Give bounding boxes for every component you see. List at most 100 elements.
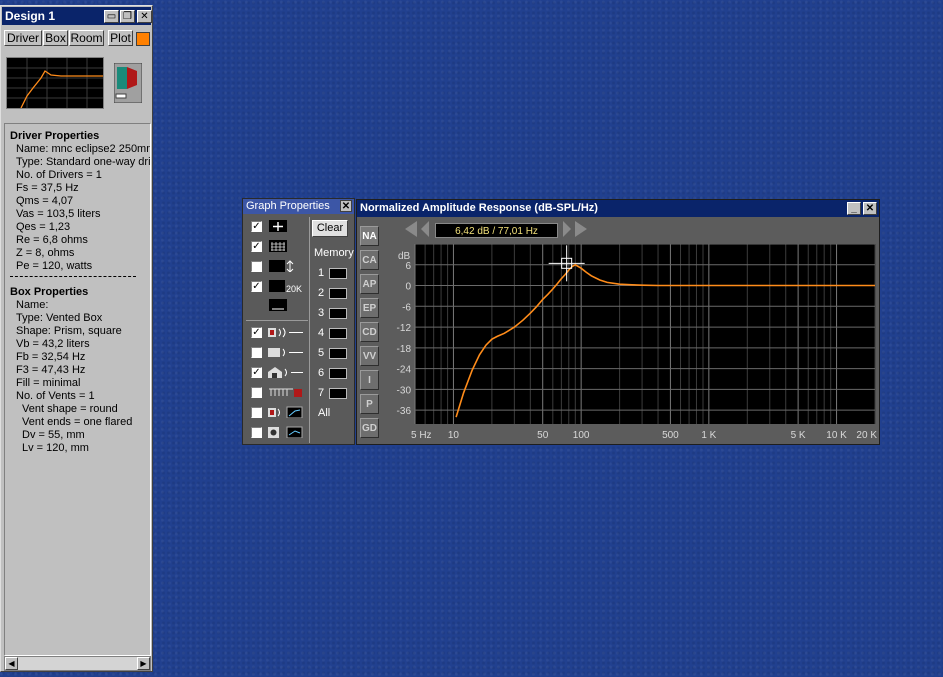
option-driver-chart-checkbox[interactable] [251,427,262,438]
properties-divider [10,276,136,277]
tab-gd[interactable]: GD [360,418,379,438]
range-label: 20K [286,284,303,294]
fast-back-arrow-icon[interactable] [405,221,417,237]
minimize-button[interactable]: ▭ [104,10,119,23]
amplifier-output-icon [269,388,302,397]
plot-area [415,244,875,424]
x-tick-label: 1 K [701,430,716,441]
memory-slot-1[interactable] [329,268,347,279]
tab-vv[interactable]: VV [360,346,379,366]
option-room-output-checkbox[interactable]: ✓ [251,367,262,378]
tab-box[interactable]: Box [43,30,68,46]
design-window: Design 1 ▭ ❐ ✕ Driver Box Room Plot Driv… [0,5,153,672]
option-amplifier-output-checkbox[interactable] [251,387,262,398]
frequency-range-icon [269,280,285,292]
tab-driver[interactable]: Driver [4,30,42,46]
response-thumbnail[interactable] [6,57,104,109]
tab-plot[interactable]: Plot [108,30,133,46]
scroll-right-icon[interactable]: ▶ [137,657,150,670]
box-shape: Shape: Prism, square [16,325,122,337]
x-tick-label: 5 Hz [411,430,432,441]
speaker-box-icon[interactable] [114,63,142,103]
tab-i[interactable]: I [360,370,379,390]
tab-ca[interactable]: CA [360,250,379,270]
amplitude-response-chart[interactable]: 6 0 -6 -12 -18 -24 -30 -36 5 Hz 10 50 100 500 1 K 5 K… [384,244,878,444]
properties-panel: Driver Properties Name: mnc eclipse2 250… [4,123,151,656]
graph-close-button[interactable]: ✕ [863,202,877,215]
plot-color-swatch[interactable] [136,32,150,46]
memory-all-button[interactable]: All [318,407,330,419]
fast-forward-arrow-icon[interactable] [575,221,587,237]
x-tick-label: 20 K [856,430,877,441]
memory-slot-5[interactable] [329,348,347,359]
x-tick-label: 5 K [791,430,806,441]
tab-ep[interactable]: EP [360,298,379,318]
option-crosshair-checkbox[interactable]: ✓ [251,221,262,232]
graph-minimize-button[interactable]: _ [847,202,861,215]
restore-button[interactable]: ❐ [120,10,135,23]
graph-properties-title: Graph Properties [243,199,354,214]
option-speaker-output-checkbox[interactable]: ✓ [251,327,262,338]
design-title-text: Design 1 [5,9,56,23]
tab-room[interactable]: Room [69,30,104,46]
box-vent-count: No. of Vents = 1 [16,390,95,402]
memory-slot-2-label: 2 [318,287,325,299]
close-button[interactable]: ✕ [137,10,152,23]
option-box-output-checkbox[interactable] [251,347,262,358]
box-name: Name: [16,299,49,311]
memory-slot-7[interactable] [329,388,347,399]
grid-icon [269,240,287,252]
scroll-left-icon[interactable]: ◀ [5,657,18,670]
horizontal-scrollbar[interactable]: ◀ ▶ [4,656,151,671]
step-back-arrow-icon[interactable] [421,221,429,237]
y-tick-label: -6 [402,302,411,313]
tab-na[interactable]: NA [360,226,379,246]
memory-slot-5-label: 5 [318,347,325,359]
tab-p[interactable]: P [360,394,379,414]
y-tick-label: 6 [405,261,411,272]
speaker-chart-icon [268,406,303,418]
box-f3: F3 = 47,43 Hz [16,364,86,376]
driver-chart-icon [268,426,303,438]
driver-properties-heading: Driver Properties [10,130,100,142]
driver-fs: Fs = 37,5 Hz [16,182,79,194]
option-frequency-range-checkbox[interactable]: ✓ [251,281,262,292]
x-axis: 5 Hz 10 50 100 500 1 K 5 K 10 K 20 K [411,430,877,441]
option-vertical-scale-checkbox[interactable] [251,261,262,272]
option-speaker-chart-checkbox[interactable] [251,407,262,418]
tab-cd[interactable]: CD [360,322,379,342]
memory-slot-4[interactable] [329,328,347,339]
cursor-readout: 6,42 dB / 77,01 Hz [435,223,558,238]
option-grid-checkbox[interactable]: ✓ [251,241,262,252]
graph-window: Normalized Amplitude Response (dB-SPL/Hz… [356,199,880,445]
driver-count: No. of Drivers = 1 [16,169,102,181]
speaker-output-icon [268,327,303,338]
box-fb: Fb = 32,54 Hz [16,351,86,363]
memory-slot-3[interactable] [329,308,347,319]
clear-button[interactable]: Clear [312,220,348,237]
driver-qms: Qms = 4,07 [16,195,74,207]
vent-shape: Vent shape = round [22,403,118,415]
vent-length: Lv = 120, mm [22,442,89,454]
graph-properties-panel: Graph Properties ✕ ✓ ✓ ✓ 20K ✓ ✓ Clear M… [242,198,355,445]
graph-properties-close-button[interactable]: ✕ [340,200,352,212]
crosshair-icon [269,220,287,232]
driver-qes: Qes = 1,23 [16,221,71,233]
memory-slot-2[interactable] [329,288,347,299]
box-output-icon [268,348,303,357]
y-tick-label: -12 [397,323,412,334]
thumbnail-graph [7,58,103,109]
driver-z: Z = 8, ohms [16,247,75,259]
vent-diameter: Dv = 55, mm [22,429,85,441]
memory-slot-6[interactable] [329,368,347,379]
step-forward-arrow-icon[interactable] [563,221,571,237]
x-tick-label: 10 [448,430,460,441]
room-output-icon [268,367,303,378]
vent-ends: Vent ends = one flared [22,416,133,428]
driver-type: Type: Standard one-way driv [16,156,151,168]
box-type: Type: Vented Box [16,312,103,324]
y-tick-label: -30 [397,385,412,396]
memory-slot-1-label: 1 [318,267,325,279]
tab-ap[interactable]: AP [360,274,379,294]
line-style-icon[interactable] [269,299,287,311]
